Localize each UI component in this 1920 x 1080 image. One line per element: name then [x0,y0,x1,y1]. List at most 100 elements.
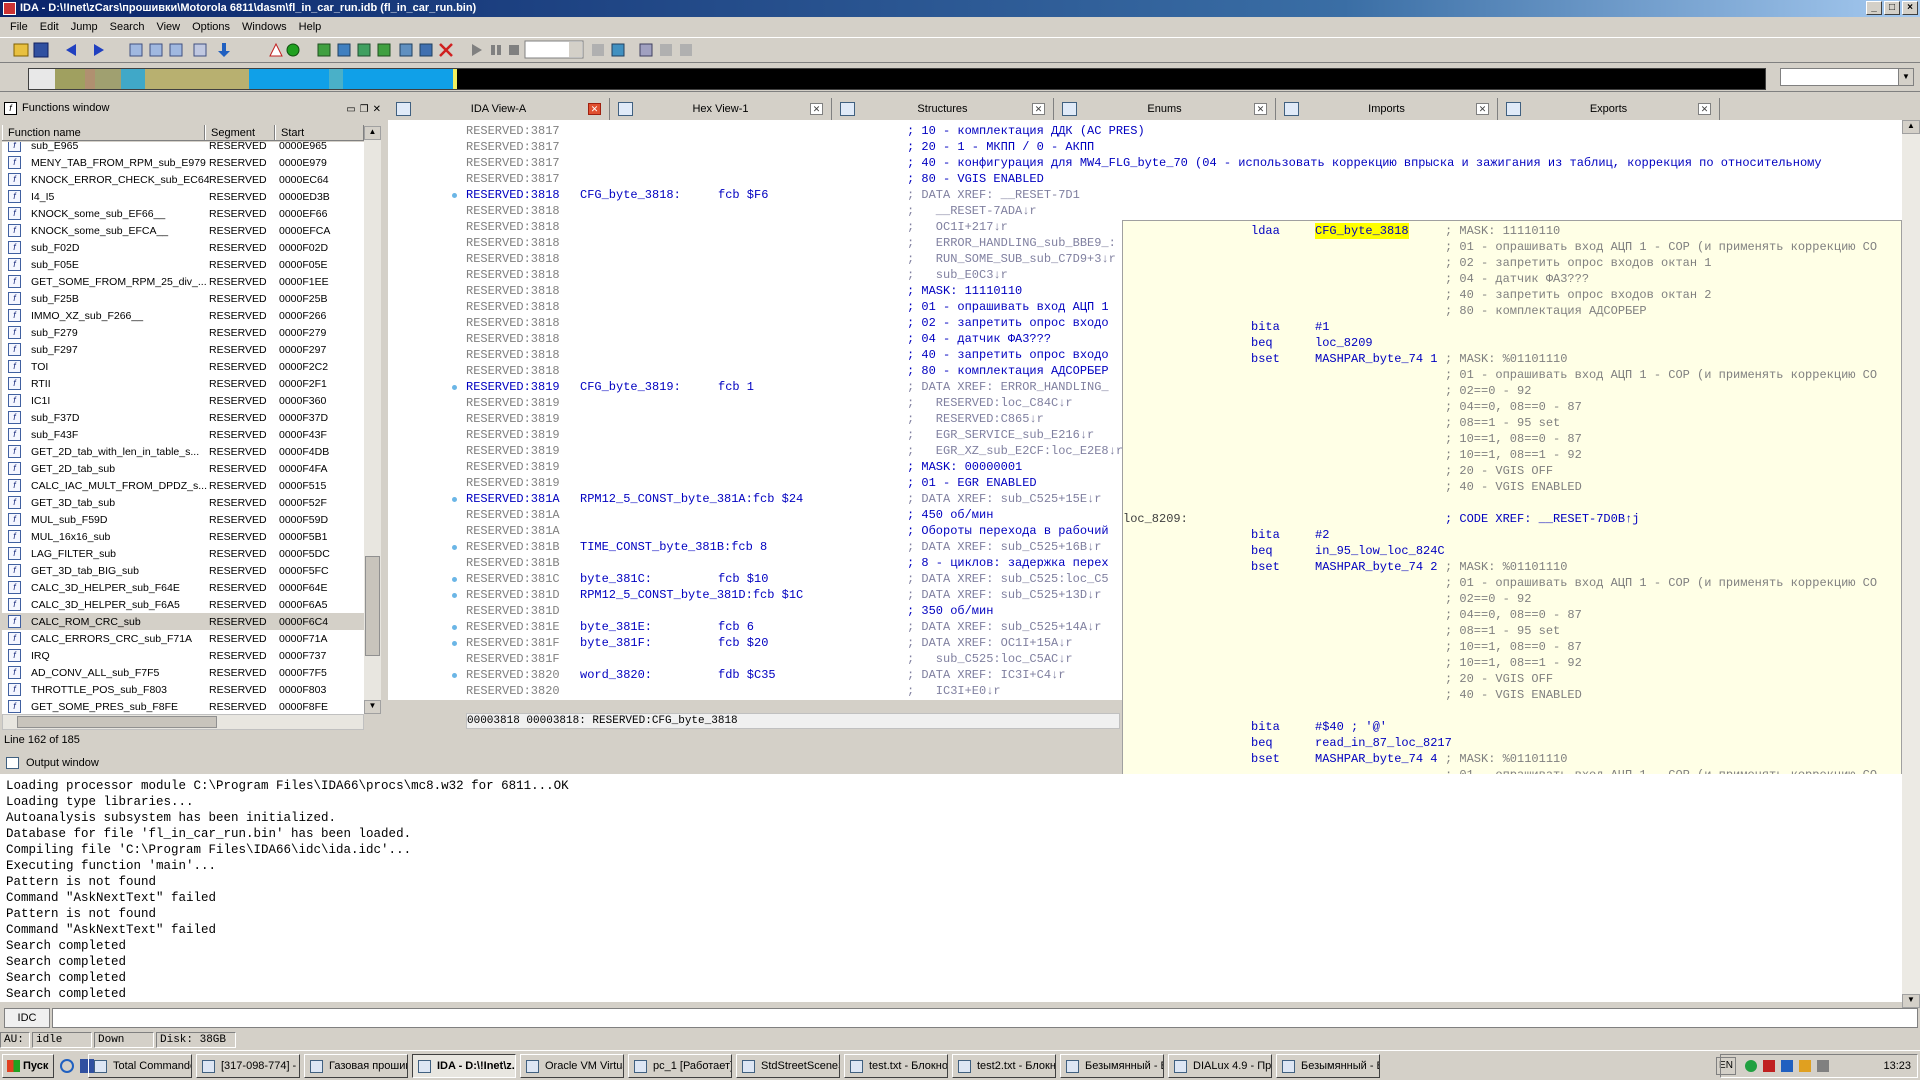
function-row[interactable]: f AD_CONV_ALL_sub_F7F5 RESERVED 0000F7F5 [2,664,364,681]
tab-structures[interactable]: Structures ✕ [832,98,1054,120]
function-row[interactable]: f KNOCK_ERROR_CHECK_sub_EC64 RESERVED 0000E… [2,171,364,188]
taskbar-button[interactable]: Oracle VM VirtualB... [520,1054,624,1078]
function-row[interactable]: f MUL_16x16_sub RESERVED 0000F5B1 [2,528,364,545]
clock[interactable]: 13:23 [1883,1055,1911,1077]
disasm-line[interactable]: RESERVED:3817 ; 20 - 1 - МКПП / 0 - АКПП [466,139,1920,155]
maximize-button[interactable]: □ [1884,1,1900,15]
disasm-line[interactable]: RESERVED:3817 ; 80 - VGIS ENABLED [466,171,1920,187]
tab-exports[interactable]: Exports ✕ [1498,98,1720,120]
tray-volume-icon[interactable] [1781,1060,1793,1072]
close-button[interactable]: × [1902,1,1918,15]
column-segment[interactable]: Segment [205,125,275,140]
taskbar-button[interactable]: test2.txt - Блокнот [952,1054,1056,1078]
function-row[interactable]: f sub_F297 RESERVED 0000F297 [2,341,364,358]
disasm-line[interactable]: RESERVED:3818 ; __RESET-7ADA↓r [466,203,1920,219]
tab-ida-view-a[interactable]: IDA View-A ✕ [388,98,610,120]
line-label[interactable]: word_3820: [580,667,652,683]
taskbar-button[interactable]: pc_1 [Работает] - ... [628,1054,732,1078]
tray-app-icon[interactable] [1763,1060,1775,1072]
disasm-line[interactable]: RESERVED:3817 ; 10 - комплектация ДДК (AC… [466,123,1920,139]
function-row[interactable]: f CALC_3D_HELPER_sub_F6A5 RESERVED 0000F6A5 [2,596,364,613]
function-row[interactable]: f IRQ RESERVED 0000F737 [2,647,364,664]
tray-network-icon[interactable] [1745,1060,1757,1072]
idc-button[interactable]: IDC [4,1008,50,1028]
function-row[interactable]: f sub_F279 RESERVED 0000F279 [2,324,364,341]
function-row[interactable]: f KNOCK_some_sub_EF66__ RESERVED 0000EF66 [2,205,364,222]
disasm-line[interactable]: RESERVED:3818 CFG_byte_3818: fcb $F6 ; DATA… [466,187,1920,203]
close-icon[interactable]: ✕ [810,103,823,115]
close-icon[interactable]: ✕ [1254,103,1267,115]
close-icon[interactable]: ✕ [1476,103,1489,115]
line-label[interactable]: byte_381E: [580,619,652,635]
function-row[interactable]: f GET_2D_tab_sub RESERVED 0000F4FA [2,460,364,477]
menu-file[interactable]: File [4,21,34,33]
menu-help[interactable]: Help [293,21,328,33]
panel-minimize-button[interactable]: ▭ [346,102,355,118]
tab-enums[interactable]: Enums ✕ [1054,98,1276,120]
taskbar-button[interactable]: Безымянный - Бло... [1060,1054,1164,1078]
segment-combo[interactable]: ▼ [1780,68,1914,86]
function-row[interactable]: f sub_F02D RESERVED 0000F02D [2,239,364,256]
menu-view[interactable]: View [150,21,186,33]
function-row[interactable]: f sub_F37D RESERVED 0000F37D [2,409,364,426]
panel-close-button[interactable]: ✕ [373,102,381,118]
menu-jump[interactable]: Jump [65,21,104,33]
function-row[interactable]: f sub_E965 RESERVED 0000E965 [2,142,364,154]
function-row[interactable]: f TOI RESERVED 0000F2C2 [2,358,364,375]
function-row[interactable]: f MUL_sub_F59D RESERVED 0000F59D [2,511,364,528]
function-row[interactable]: f I4_I5 RESERVED 0000ED3B [2,188,364,205]
line-label[interactable]: byte_381F: [580,635,652,651]
function-row[interactable]: f GET_2D_tab_with_len_in_table_s... RESERV… [2,443,364,460]
function-row[interactable]: f IC1I RESERVED 0000F360 [2,392,364,409]
taskbar-button[interactable]: DIALux 4.9 - Прое... [1168,1054,1272,1078]
tray-misc-icon[interactable] [1817,1060,1829,1072]
functions-scroll-thumb[interactable] [365,556,380,656]
function-row[interactable]: f sub_F05E RESERVED 0000F05E [2,256,364,273]
disasm-line[interactable]: RESERVED:3817 ; 40 - конфигурация для MW4… [466,155,1920,171]
command-input[interactable] [52,1008,1918,1028]
tray-security-icon[interactable] [1799,1060,1811,1072]
function-row[interactable]: f GET_3D_tab_BIG_sub RESERVED 0000F5FC [2,562,364,579]
navigation-strip[interactable] [28,68,1766,90]
menu-windows[interactable]: Windows [236,21,293,33]
quicklaunch-ie-icon[interactable] [60,1059,74,1073]
line-label[interactable]: RPM12_5_CONST_byte_381D:fcb $1C [580,587,803,603]
menu-options[interactable]: Options [186,21,236,33]
taskbar-button[interactable]: Газовая прошивк... [304,1054,408,1078]
minimize-button[interactable]: _ [1866,1,1882,15]
function-row[interactable]: f IMMO_XZ_sub_F266__ RESERVED 0000F266 [2,307,364,324]
column-start[interactable]: Start [275,125,364,140]
function-row[interactable]: f CALC_IAC_MULT_FROM_DPDZ_s... RESERVED 000… [2,477,364,494]
function-row[interactable]: f GET_SOME_PRES_sub_F8FE RESERVED 0000F8FE [2,698,364,714]
close-icon[interactable]: ✕ [1032,103,1045,115]
functions-hscrollbar[interactable] [2,714,364,730]
line-label[interactable]: RPM12_5_CONST_byte_381A:fcb $24 [580,491,803,507]
function-row[interactable]: f GET_SOME_FROM_RPM_25_div_... RESERVED 000… [2,273,364,290]
line-label[interactable]: byte_381C: [580,571,652,587]
line-label[interactable]: CFG_byte_3819: [580,379,681,395]
functions-vscrollbar[interactable]: ▲ ▼ [364,126,381,714]
close-icon[interactable]: ✕ [588,103,601,115]
menu-search[interactable]: Search [104,21,151,33]
line-label[interactable]: CFG_byte_3818: [580,187,681,203]
column-function-name[interactable]: Function name [2,125,205,140]
close-icon[interactable]: ✕ [1698,103,1711,115]
function-row[interactable]: f sub_F43F RESERVED 0000F43F [2,426,364,443]
function-row[interactable]: f CALC_ROM_CRC_sub RESERVED 0000F6C4 [2,613,364,630]
tab-imports[interactable]: Imports ✕ [1276,98,1498,120]
taskbar-button[interactable]: test.txt - Блокнот [844,1054,948,1078]
taskbar-button[interactable]: IDA - D:\!Inet\z... [412,1054,516,1078]
function-row[interactable]: f MENY_TAB_FROM_RPM_sub_E979 RESERVED 0000E… [2,154,364,171]
taskbar-button[interactable]: Total Commander ... [88,1054,192,1078]
taskbar-button[interactable]: Безымянный - Бло... [1276,1054,1380,1078]
function-row[interactable]: f CALC_3D_HELPER_sub_F64E RESERVED 0000F64E [2,579,364,596]
function-row[interactable]: f GET_3D_tab_sub RESERVED 0000F52F [2,494,364,511]
menu-edit[interactable]: Edit [34,21,65,33]
tab-hex-view-1[interactable]: Hex View-1 ✕ [610,98,832,120]
function-row[interactable]: f RTII RESERVED 0000F2F1 [2,375,364,392]
function-row[interactable]: f KNOCK_some_sub_EFCA__ RESERVED 0000EFCA [2,222,364,239]
function-row[interactable]: f LAG_FILTER_sub RESERVED 0000F5DC [2,545,364,562]
taskbar-button[interactable]: StdStreetSceneSu... [736,1054,840,1078]
panel-restore-button[interactable]: ❐ [360,102,369,118]
function-row[interactable]: f CALC_ERRORS_CRC_sub_F71A RESERVED 0000F71… [2,630,364,647]
